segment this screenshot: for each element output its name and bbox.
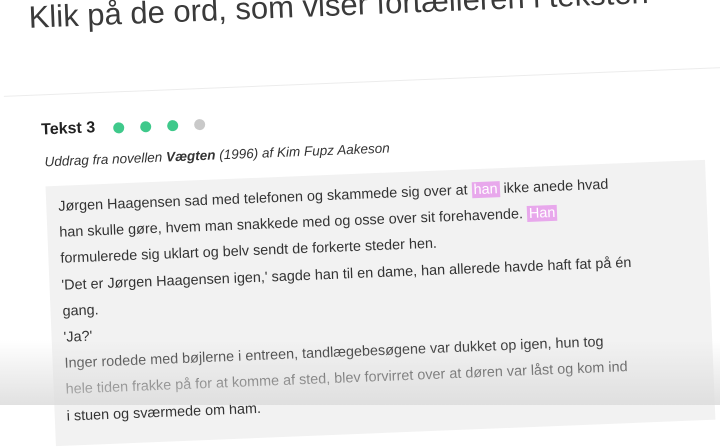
exercise-page: Klik på de ord, som viser fortælleren i … (0, 0, 720, 447)
source-prefix: Uddrag fra novellen (44, 149, 167, 170)
divider (3, 66, 720, 97)
text-panel: Jørgen Haagensen sad med telefonen og sk… (45, 159, 716, 447)
selected-word[interactable]: han (471, 181, 500, 199)
exercise-header: Tekst 3 (41, 114, 222, 139)
source-title: Vægten (165, 147, 216, 165)
progress-dot-2 (139, 120, 152, 132)
page-title: Klik på de ord, som viser fortælleren i … (28, 0, 650, 35)
source-suffix: (1996) af Kim Fupz Aakeson (215, 140, 390, 163)
source-caption: Uddrag fra novellen Vægten (1996) af Kim… (44, 140, 390, 169)
progress-dot-3 (166, 119, 179, 131)
progress-dot-1 (112, 121, 125, 134)
story-text: Jørgen Haagensen sad med telefonen og sk… (58, 168, 707, 429)
selected-word[interactable]: Han (526, 204, 558, 223)
exercise-label: Tekst 3 (40, 119, 96, 139)
text-segment[interactable]: ikke anede hvad (499, 177, 608, 197)
progress-dot-4 (193, 118, 206, 130)
